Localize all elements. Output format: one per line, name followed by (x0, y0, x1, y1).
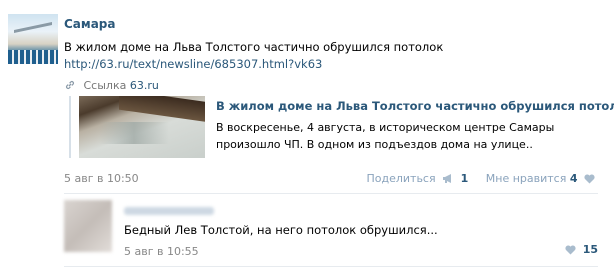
divider (64, 266, 598, 267)
comment-like-button[interactable]: 15 (565, 243, 598, 256)
source-line: Ссылка 63.ru (64, 79, 159, 92)
divider (64, 193, 598, 194)
comment-like-count: 15 (582, 243, 598, 256)
attachment-description: В воскресенье, 4 августа, в историческом… (216, 121, 555, 151)
group-avatar[interactable] (8, 14, 58, 64)
thumbnail-ceiling (99, 122, 169, 144)
post-actions: Поделиться 1 Мне нравится 4 (352, 172, 598, 185)
link-attachment[interactable]: В жилом доме на Льва Толстого частично о… (69, 96, 614, 158)
attachment-title[interactable]: В жилом доме на Льва Толстого частично о… (216, 99, 614, 113)
source-prefix: Ссылка (83, 79, 127, 92)
share-button[interactable]: Поделиться 1 (366, 172, 468, 185)
like-button[interactable]: Мне нравится 4 (486, 172, 598, 185)
heart-icon (565, 245, 576, 255)
link-icon (65, 80, 75, 90)
like-count: 4 (569, 172, 578, 185)
post-url-link[interactable]: http://63.ru/text/newsline/685307.html?v… (64, 57, 322, 71)
comment-date[interactable]: 5 авг в 10:55 (124, 245, 199, 258)
comment-text: Бедный Лев Толстой, на него потолок обру… (124, 223, 438, 237)
heart-icon (584, 174, 595, 184)
megaphone-icon (443, 174, 452, 183)
post-author-link[interactable]: Самара (64, 17, 116, 31)
attachment-thumbnail[interactable] (79, 96, 205, 158)
thumbnail-beam (119, 96, 205, 123)
share-count: 1 (460, 172, 469, 185)
like-label: Мне нравится (485, 172, 567, 185)
comment-author-redacted[interactable] (124, 207, 214, 215)
avatar-roof (14, 21, 52, 52)
comment-avatar[interactable] (64, 200, 112, 252)
share-label: Поделиться (366, 172, 436, 185)
source-site-link[interactable]: 63.ru (130, 79, 159, 92)
post-date[interactable]: 5 авг в 10:50 (64, 172, 139, 185)
post-text: В жилом доме на Льва Толстого частично о… (64, 40, 444, 54)
avatar-pattern (8, 50, 58, 64)
